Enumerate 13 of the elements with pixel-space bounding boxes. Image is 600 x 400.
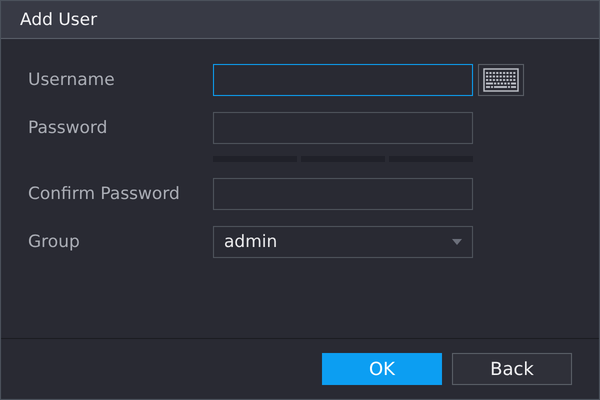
input-field[interactable] <box>213 178 473 210</box>
field-label: Group <box>28 232 81 252</box>
caret-icon <box>452 239 462 245</box>
group-dropdown[interactable]: admin <box>213 226 473 258</box>
field-label: Confirm Password <box>28 184 181 204</box>
field-label: Password <box>28 118 108 138</box>
keyboard-icon <box>483 68 519 92</box>
keyboard-button[interactable] <box>478 64 524 96</box>
field-label: Username <box>28 70 116 90</box>
input-field[interactable] <box>213 112 473 144</box>
window-title: Add User <box>20 10 98 30</box>
dialog-button[interactable]: Back <box>452 353 572 385</box>
input-field[interactable] <box>213 64 473 96</box>
